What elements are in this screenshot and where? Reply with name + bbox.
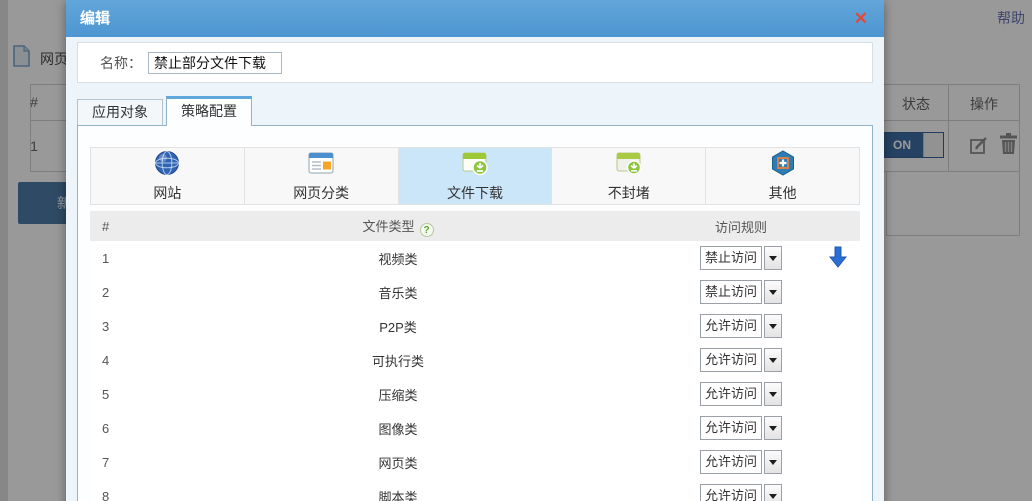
access-rule-dropdown[interactable]: 允许访问 — [700, 416, 782, 440]
dropdown-caret-icon — [769, 323, 777, 329]
name-label: 名称： — [100, 54, 142, 71]
dropdown-caret-icon — [769, 391, 777, 397]
dialog-title: 编辑 — [80, 10, 111, 27]
table-row: 2 音乐类 禁止访问 — [90, 275, 860, 309]
dropdown-value[interactable]: 允许访问 — [700, 382, 762, 406]
other-hexagon-icon — [770, 149, 796, 181]
access-rule-dropdown[interactable]: 允许访问 — [700, 484, 782, 501]
file-type-label: 可执行类 — [371, 353, 424, 369]
dialog-tabs: 应用对象 策略配置 — [77, 96, 255, 126]
dialog-titlebar: 编辑 ✕ — [66, 0, 884, 37]
file-type-label: 视频类 — [378, 251, 418, 267]
category-label: 文件下载 — [446, 184, 503, 201]
access-rule-dropdown[interactable]: 禁止访问 — [700, 246, 782, 270]
policy-config-panel: 网站 网页分类 文件下载 不封堵 其他 # 文件类型 ? 访问规则 1 视频类 … — [77, 125, 873, 501]
name-input[interactable] — [148, 51, 282, 74]
table-row: 5 压缩类 允许访问 — [90, 377, 860, 411]
tab-policy-config[interactable]: 策略配置 — [166, 96, 252, 126]
access-rule-dropdown[interactable]: 禁止访问 — [700, 280, 782, 304]
category-label: 网站 — [153, 184, 182, 201]
dropdown-button[interactable] — [764, 450, 782, 474]
row-index: 8 — [102, 488, 110, 501]
dropdown-button[interactable] — [764, 246, 782, 270]
access-rule-dropdown[interactable]: 允许访问 — [700, 450, 782, 474]
dropdown-caret-icon — [769, 289, 777, 295]
category-tab-website[interactable]: 网站 — [91, 148, 245, 204]
dropdown-button[interactable] — [764, 382, 782, 406]
close-icon[interactable]: ✕ — [854, 0, 868, 37]
category-tab-webpage-category[interactable]: 网页分类 — [245, 148, 399, 204]
row-index: 3 — [102, 318, 110, 334]
file-type-table: # 文件类型? 访问规则 1 视频类 禁止访问 2 音乐类 禁止访问 3 P2P… — [90, 211, 860, 501]
table-row: 8 脚本类 允许访问 — [90, 479, 860, 501]
category-tab-other[interactable]: 其他 — [706, 148, 859, 204]
row-index: 6 — [102, 420, 110, 436]
row-index: 2 — [102, 284, 110, 300]
category-tab-file-download[interactable]: 文件下载 — [398, 148, 553, 204]
name-field-row: 名称： — [77, 42, 873, 83]
dropdown-value[interactable]: 允许访问 — [700, 484, 762, 501]
dropdown-button[interactable] — [764, 484, 782, 501]
row-index: 7 — [102, 454, 110, 470]
dropdown-value[interactable]: 允许访问 — [700, 348, 762, 372]
category-label: 不封堵 — [607, 184, 650, 201]
file-type-label: 脚本类 — [378, 489, 418, 501]
file-type-label: P2P类 — [379, 319, 417, 335]
file-download-icon — [462, 150, 488, 181]
dropdown-button[interactable] — [764, 314, 782, 338]
file-type-label: 压缩类 — [378, 387, 418, 403]
table-row: 6 图像类 允许访问 — [90, 411, 860, 445]
file-table-header: # 文件类型? 访问规则 — [90, 211, 860, 241]
help-question-icon[interactable]: ? — [419, 222, 434, 237]
row-index: 1 — [102, 250, 110, 266]
file-type-label: 音乐类 — [378, 285, 418, 301]
webpage-category-icon — [308, 150, 334, 181]
dropdown-caret-icon — [769, 425, 777, 431]
dropdown-caret-icon — [769, 255, 777, 261]
access-rule-dropdown[interactable]: 允许访问 — [700, 348, 782, 372]
category-tab-strip: 网站 网页分类 文件下载 不封堵 其他 — [90, 147, 860, 205]
dropdown-value[interactable]: 禁止访问 — [700, 246, 762, 270]
dropdown-caret-icon — [769, 357, 777, 363]
dropdown-button[interactable] — [764, 348, 782, 372]
dropdown-value[interactable]: 允许访问 — [700, 450, 762, 474]
dropdown-caret-icon — [769, 493, 777, 499]
row-index: 4 — [102, 352, 110, 368]
row-index: 5 — [102, 386, 110, 402]
file-type-label: 图像类 — [378, 421, 418, 437]
table-row: 7 网页类 允许访问 — [90, 445, 860, 479]
access-rule-dropdown[interactable]: 允许访问 — [700, 382, 782, 406]
dropdown-value[interactable]: 允许访问 — [700, 416, 762, 440]
download-arrow-icon — [828, 246, 848, 271]
header-index: # — [102, 218, 110, 234]
dropdown-caret-icon — [769, 459, 777, 465]
access-rule-dropdown[interactable]: 允许访问 — [700, 314, 782, 338]
dropdown-button[interactable] — [764, 416, 782, 440]
header-file-type: 文件类型? — [130, 216, 666, 237]
globe-icon — [154, 150, 180, 181]
category-tab-no-block[interactable]: 不封堵 — [552, 148, 707, 204]
table-row: 4 可执行类 允许访问 — [90, 343, 860, 377]
table-row: 3 P2P类 允许访问 — [90, 309, 860, 343]
tab-application-objects[interactable]: 应用对象 — [77, 99, 163, 126]
file-type-label: 网页类 — [378, 455, 418, 471]
category-label: 其他 — [768, 184, 797, 201]
edit-dialog: 编辑 ✕ 名称： 应用对象 策略配置 网站 网页分类 — [66, 0, 884, 501]
no-block-icon — [616, 150, 642, 181]
dropdown-value[interactable]: 禁止访问 — [700, 280, 762, 304]
dropdown-button[interactable] — [764, 280, 782, 304]
category-label: 网页分类 — [293, 184, 350, 201]
header-access-rule: 访问规则 — [714, 219, 767, 235]
table-row: 1 视频类 禁止访问 — [90, 241, 860, 275]
dropdown-value[interactable]: 允许访问 — [700, 314, 762, 338]
